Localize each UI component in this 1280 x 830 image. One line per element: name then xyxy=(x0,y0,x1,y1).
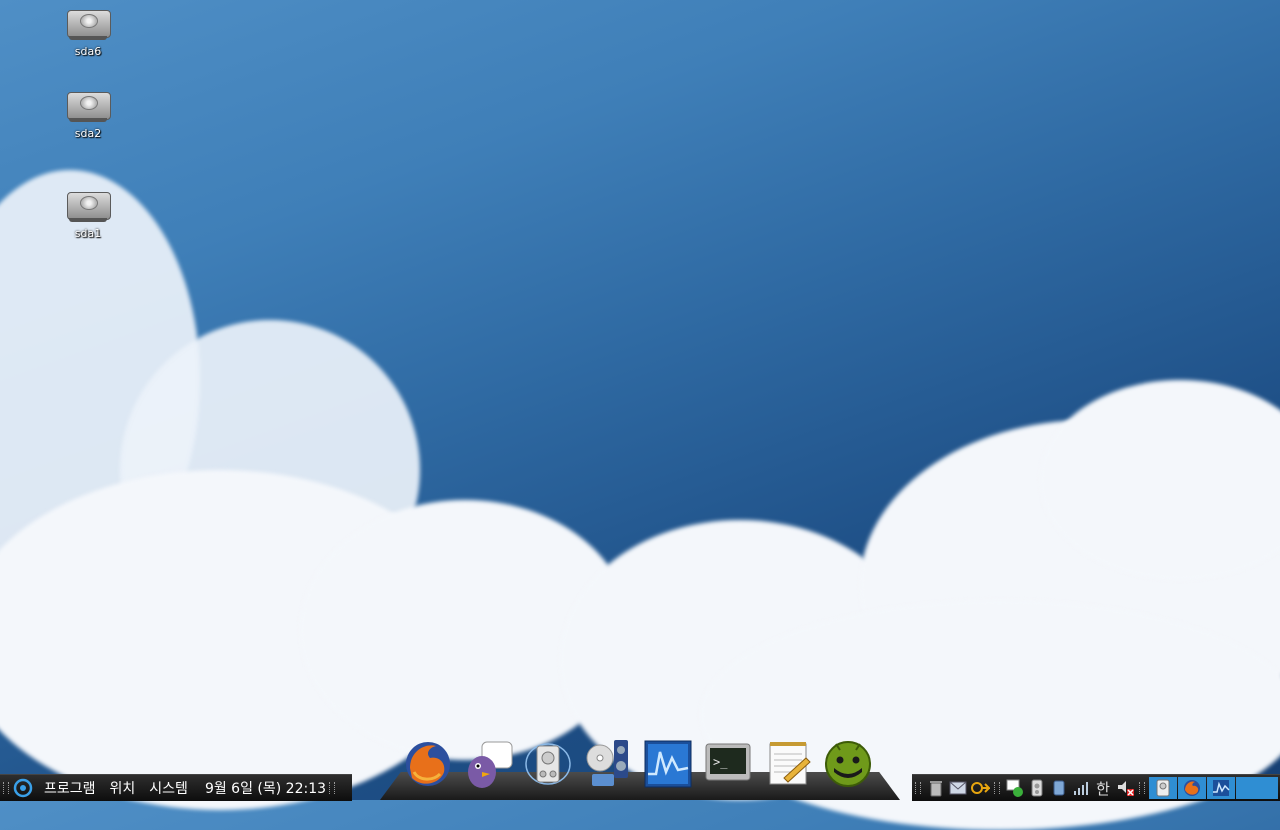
system-tray-panel: 한 xyxy=(912,774,1280,801)
panel-grip[interactable] xyxy=(915,782,921,794)
dock-text-editor[interactable] xyxy=(762,738,814,790)
text-editor-icon xyxy=(769,742,811,785)
messenger-status-icon[interactable] xyxy=(1005,778,1025,798)
dock-disk-utility[interactable] xyxy=(522,738,574,790)
task-button-system-monitor[interactable] xyxy=(1207,777,1235,799)
storage-device-icon[interactable] xyxy=(1049,778,1069,798)
dock-terminal[interactable]: >_ xyxy=(702,738,754,790)
pidgin-icon xyxy=(468,741,513,788)
dock-pidgin[interactable] xyxy=(462,738,514,790)
places-menu[interactable]: 위치 xyxy=(110,778,136,798)
panel-grip[interactable] xyxy=(994,782,1000,794)
desktop-icon-label: sda1 xyxy=(74,227,102,240)
system-monitor-icon xyxy=(644,740,692,788)
media-player-icon xyxy=(586,740,628,786)
harddisk-icon xyxy=(67,88,111,122)
disk-utility-icon xyxy=(1156,779,1170,797)
clock[interactable]: 9월 6일 (목) 22:13 xyxy=(205,778,326,798)
panel-grip[interactable] xyxy=(1139,782,1145,794)
task-button-disk-utility[interactable] xyxy=(1149,777,1177,799)
main-menu-panel: 프로그램 위치 시스템 9월 6일 (목) 22:13 xyxy=(0,774,352,801)
panel-grip[interactable] xyxy=(3,782,9,794)
distro-logo-icon[interactable] xyxy=(13,778,33,798)
taskbar-empty-area[interactable] xyxy=(1236,777,1278,799)
dock-system-monitor[interactable] xyxy=(642,738,694,790)
desktop-icon-label: sda6 xyxy=(74,45,102,58)
dock-firefox[interactable] xyxy=(402,738,454,790)
dock-media-player[interactable] xyxy=(582,738,634,790)
panel-grip[interactable] xyxy=(329,782,336,794)
firefox-icon xyxy=(406,742,450,786)
android-icon xyxy=(825,741,871,787)
mail-icon[interactable] xyxy=(948,778,968,798)
disk-utility-icon xyxy=(525,743,571,785)
system-monitor-icon xyxy=(1213,780,1230,796)
terminal-icon: >_ xyxy=(705,743,751,781)
input-method-indicator[interactable]: 한 xyxy=(1093,778,1113,798)
dock: >_ xyxy=(380,738,900,800)
dock-android[interactable] xyxy=(822,738,874,790)
volume-muted-icon[interactable] xyxy=(1115,778,1135,798)
applications-menu[interactable]: 프로그램 xyxy=(44,778,96,798)
desktop-drive-sda2[interactable]: sda2 xyxy=(58,88,118,141)
svg-text:>_: >_ xyxy=(713,755,728,769)
desktop-drive-sda6[interactable]: sda6 xyxy=(58,6,118,59)
desktop-icon-label: sda2 xyxy=(74,127,102,140)
update-notifier-icon[interactable] xyxy=(970,778,990,798)
system-menu[interactable]: 시스템 xyxy=(149,778,188,798)
task-button-firefox[interactable] xyxy=(1178,777,1206,799)
network-signal-icon[interactable] xyxy=(1071,778,1091,798)
harddisk-icon xyxy=(67,6,111,40)
harddisk-icon xyxy=(67,188,111,222)
firefox-icon xyxy=(1184,780,1200,796)
trash-icon[interactable] xyxy=(926,778,946,798)
speaker-device-icon[interactable] xyxy=(1027,778,1047,798)
desktop-drive-sda1[interactable]: sda1 xyxy=(58,188,118,241)
